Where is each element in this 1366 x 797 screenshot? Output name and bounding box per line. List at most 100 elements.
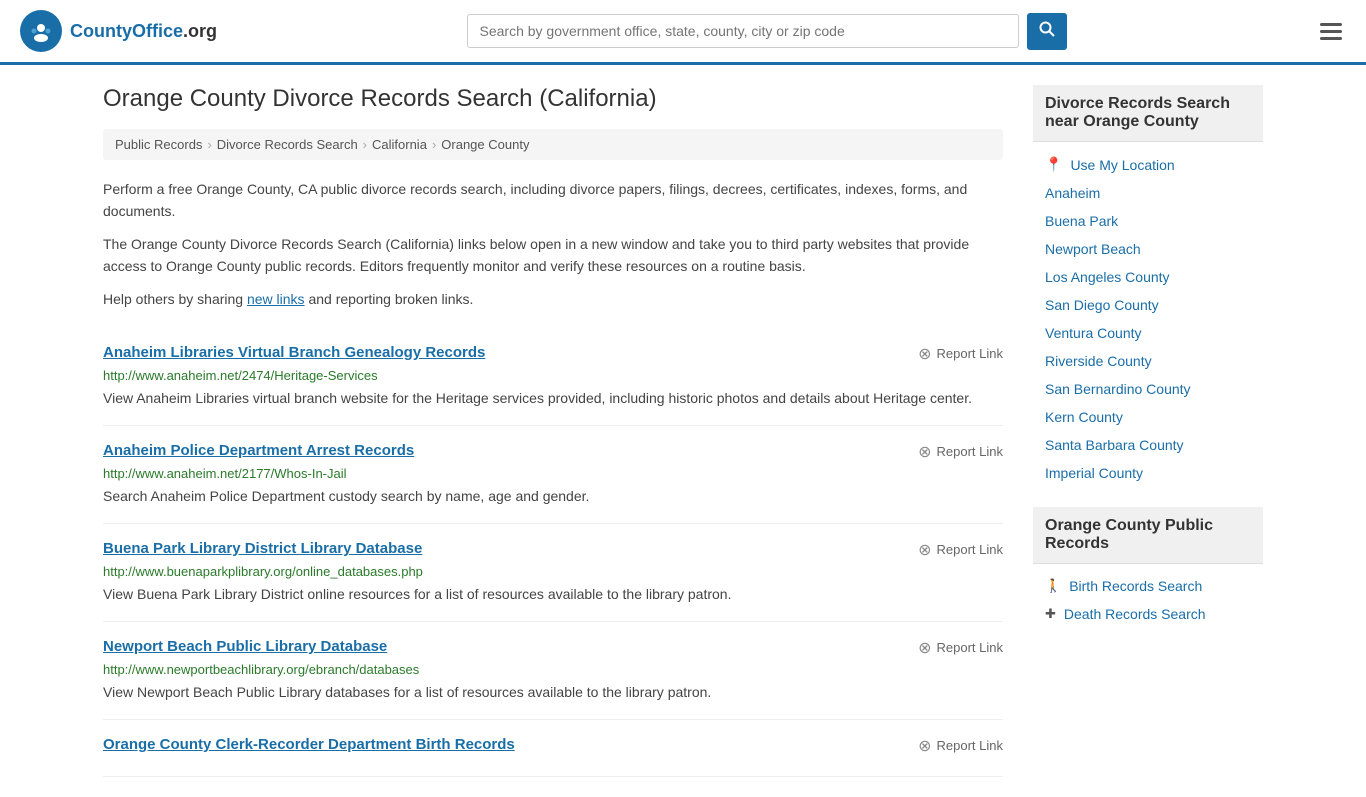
public-records-section-title: Orange County Public Records bbox=[1033, 507, 1263, 564]
desc3-prefix: Help others by sharing bbox=[103, 291, 247, 307]
search-input[interactable] bbox=[467, 14, 1019, 48]
nearby-link[interactable]: Los Angeles County bbox=[1045, 269, 1170, 285]
breadcrumb-public-records[interactable]: Public Records bbox=[115, 137, 202, 152]
breadcrumb-sep-1: › bbox=[207, 137, 211, 152]
record-item: Anaheim Libraries Virtual Branch Genealo… bbox=[103, 328, 1003, 426]
breadcrumb-california[interactable]: California bbox=[372, 137, 427, 152]
menu-bar-2 bbox=[1320, 30, 1342, 33]
public-records-link[interactable]: Birth Records Search bbox=[1069, 578, 1202, 594]
record-desc: View Buena Park Library District online … bbox=[103, 584, 1003, 605]
nearby-link-item: Riverside County bbox=[1033, 347, 1263, 375]
breadcrumb-divorce-records[interactable]: Divorce Records Search bbox=[217, 137, 358, 152]
menu-bar-3 bbox=[1320, 37, 1342, 40]
report-icon: ⊗ bbox=[918, 638, 931, 658]
breadcrumb-sep-2: › bbox=[363, 137, 367, 152]
report-link-button[interactable]: ⊗ Report Link bbox=[918, 344, 1003, 364]
page-title: Orange County Divorce Records Search (Ca… bbox=[103, 85, 1003, 113]
report-link-button[interactable]: ⊗ Report Link bbox=[918, 442, 1003, 462]
nearby-links-list: Anaheim Buena Park Newport Beach Los Angele… bbox=[1033, 179, 1263, 487]
public-records-section: Orange County Public Records 🚶 Birth Rec… bbox=[1033, 507, 1263, 628]
report-link-label: Report Link bbox=[937, 640, 1003, 655]
public-records-icon: 🚶 bbox=[1045, 578, 1061, 594]
search-area bbox=[467, 13, 1067, 50]
report-icon: ⊗ bbox=[918, 344, 931, 364]
nearby-link-item: Ventura County bbox=[1033, 319, 1263, 347]
nearby-link[interactable]: Kern County bbox=[1045, 409, 1123, 425]
record-item: Orange County Clerk-Recorder Department … bbox=[103, 720, 1003, 777]
record-title-row: Newport Beach Public Library Database ⊗ … bbox=[103, 638, 1003, 658]
record-url: http://www.buenaparkplibrary.org/online_… bbox=[103, 564, 1003, 579]
content-area: Orange County Divorce Records Search (Ca… bbox=[103, 85, 1003, 777]
report-link-button[interactable]: ⊗ Report Link bbox=[918, 540, 1003, 560]
nearby-link-item: San Diego County bbox=[1033, 291, 1263, 319]
nearby-link[interactable]: Buena Park bbox=[1045, 213, 1118, 229]
nearby-link[interactable]: San Bernardino County bbox=[1045, 381, 1191, 397]
logo-suffix: .org bbox=[183, 21, 217, 41]
report-link-label: Report Link bbox=[937, 346, 1003, 361]
public-records-links: 🚶 Birth Records Search ✚ Death Records S… bbox=[1033, 572, 1263, 628]
public-records-icon: ✚ bbox=[1045, 606, 1056, 622]
header: CountyOffice.org bbox=[0, 0, 1366, 65]
record-desc: View Anaheim Libraries virtual branch we… bbox=[103, 388, 1003, 409]
record-url: http://www.anaheim.net/2474/Heritage-Ser… bbox=[103, 368, 1003, 383]
public-records-link[interactable]: Death Records Search bbox=[1064, 606, 1206, 622]
record-url: http://www.anaheim.net/2177/Whos-In-Jail bbox=[103, 466, 1003, 481]
record-item: Anaheim Police Department Arrest Records… bbox=[103, 426, 1003, 524]
nearby-link[interactable]: Riverside County bbox=[1045, 353, 1152, 369]
nearby-link-item: Santa Barbara County bbox=[1033, 431, 1263, 459]
menu-bar-1 bbox=[1320, 23, 1342, 26]
nearby-link-item: Buena Park bbox=[1033, 207, 1263, 235]
record-title-row: Buena Park Library District Library Data… bbox=[103, 540, 1003, 560]
nearby-link[interactable]: San Diego County bbox=[1045, 297, 1159, 313]
breadcrumb-sep-3: › bbox=[432, 137, 436, 152]
logo-icon bbox=[20, 10, 62, 52]
record-title[interactable]: Buena Park Library District Library Data… bbox=[103, 540, 422, 557]
report-link-label: Report Link bbox=[937, 542, 1003, 557]
description-p1: Perform a free Orange County, CA public … bbox=[103, 178, 1003, 223]
nearby-link[interactable]: Imperial County bbox=[1045, 465, 1143, 481]
public-records-link-item: 🚶 Birth Records Search bbox=[1033, 572, 1263, 600]
nearby-link[interactable]: Anaheim bbox=[1045, 185, 1100, 201]
nearby-section-title: Divorce Records Search near Orange Count… bbox=[1033, 85, 1263, 142]
records-list: Anaheim Libraries Virtual Branch Genealo… bbox=[103, 328, 1003, 777]
record-title-row: Anaheim Libraries Virtual Branch Genealo… bbox=[103, 344, 1003, 364]
new-links-link[interactable]: new links bbox=[247, 291, 305, 307]
record-title[interactable]: Orange County Clerk-Recorder Department … bbox=[103, 736, 515, 753]
search-button[interactable] bbox=[1027, 13, 1067, 50]
menu-button[interactable] bbox=[1316, 19, 1346, 44]
report-link-button[interactable]: ⊗ Report Link bbox=[918, 736, 1003, 756]
use-location-item: 📍 Use My Location bbox=[1033, 150, 1263, 179]
record-item: Newport Beach Public Library Database ⊗ … bbox=[103, 622, 1003, 720]
logo-area: CountyOffice.org bbox=[20, 10, 217, 52]
use-my-location-link[interactable]: Use My Location bbox=[1070, 157, 1174, 173]
record-title[interactable]: Anaheim Police Department Arrest Records bbox=[103, 442, 414, 459]
nearby-link-item: Anaheim bbox=[1033, 179, 1263, 207]
nearby-link[interactable]: Ventura County bbox=[1045, 325, 1142, 341]
desc3-suffix: and reporting broken links. bbox=[305, 291, 474, 307]
logo-brand: CountyOffice bbox=[70, 21, 183, 41]
record-title[interactable]: Anaheim Libraries Virtual Branch Genealo… bbox=[103, 344, 485, 361]
logo-text: CountyOffice.org bbox=[70, 21, 217, 42]
breadcrumb: Public Records › Divorce Records Search … bbox=[103, 129, 1003, 160]
record-title[interactable]: Newport Beach Public Library Database bbox=[103, 638, 387, 655]
main-layout: Orange County Divorce Records Search (Ca… bbox=[83, 65, 1283, 797]
description-p2: The Orange County Divorce Records Search… bbox=[103, 233, 1003, 278]
nearby-link[interactable]: Santa Barbara County bbox=[1045, 437, 1184, 453]
nearby-link-item: San Bernardino County bbox=[1033, 375, 1263, 403]
nearby-link-item: Imperial County bbox=[1033, 459, 1263, 487]
report-link-label: Report Link bbox=[937, 444, 1003, 459]
public-records-link-item: ✚ Death Records Search bbox=[1033, 600, 1263, 628]
report-link-button[interactable]: ⊗ Report Link bbox=[918, 638, 1003, 658]
report-link-label: Report Link bbox=[937, 738, 1003, 753]
record-item: Buena Park Library District Library Data… bbox=[103, 524, 1003, 622]
nearby-link[interactable]: Newport Beach bbox=[1045, 241, 1141, 257]
search-icon bbox=[1039, 21, 1055, 37]
record-desc: View Newport Beach Public Library databa… bbox=[103, 682, 1003, 703]
record-title-row: Orange County Clerk-Recorder Department … bbox=[103, 736, 1003, 756]
record-desc: Search Anaheim Police Department custody… bbox=[103, 486, 1003, 507]
description-p3: Help others by sharing new links and rep… bbox=[103, 288, 1003, 310]
breadcrumb-current: Orange County bbox=[441, 137, 529, 152]
report-icon: ⊗ bbox=[918, 442, 931, 462]
nearby-link-item: Kern County bbox=[1033, 403, 1263, 431]
nearby-link-item: Los Angeles County bbox=[1033, 263, 1263, 291]
